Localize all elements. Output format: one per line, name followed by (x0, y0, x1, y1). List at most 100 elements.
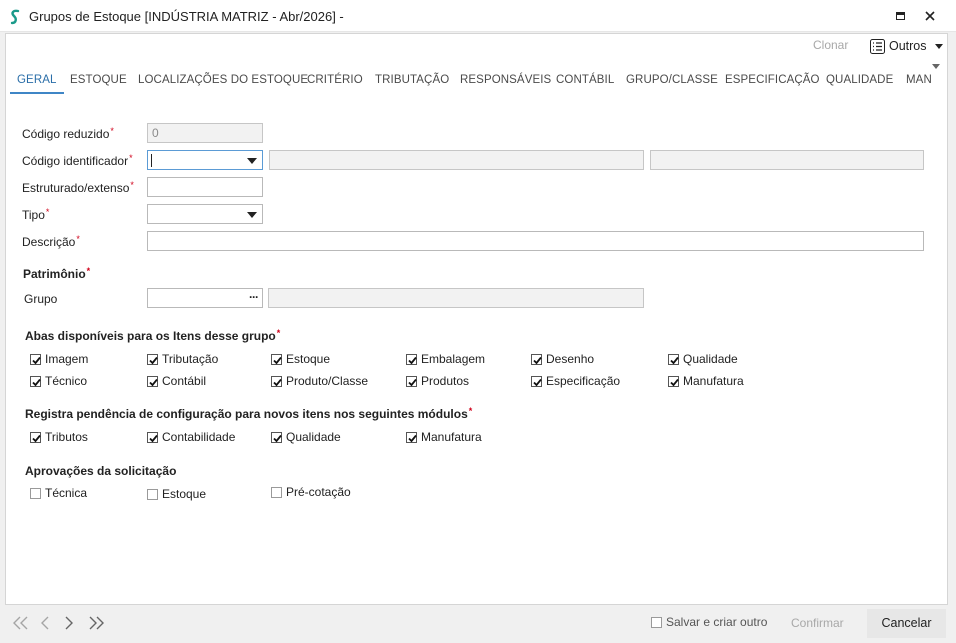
descricao-input[interactable] (147, 231, 924, 251)
checkbox-manufatura[interactable]: Manufatura (406, 430, 482, 444)
descricao-label: Descrição* (22, 234, 80, 249)
checkbox-label: Produtos (421, 374, 470, 388)
checkbox-label: Desenho (546, 352, 595, 366)
maximize-button[interactable] (888, 6, 912, 26)
checkbox-estoque[interactable]: Estoque (271, 352, 330, 366)
checkbox-pre-cotacao[interactable]: Pré-cotação (271, 485, 351, 499)
checkbox-label: Tributação (162, 352, 219, 366)
tab-geral[interactable]: GERAL (10, 70, 64, 94)
close-button[interactable] (918, 6, 942, 26)
salvar-criar-outro-checkbox[interactable]: Salvar e criar outro (651, 615, 767, 629)
checkbox-checked-icon (531, 353, 542, 365)
tab-tributacao[interactable]: TRIBUTAÇÃO (375, 70, 449, 94)
estruturado-input[interactable] (147, 177, 263, 197)
tab-manufatura[interactable]: MAN (906, 70, 932, 94)
grupo-desc-field (268, 288, 644, 308)
checkbox-tecnico[interactable]: Técnico (30, 374, 87, 388)
checkbox-embalagem[interactable]: Embalagem (406, 352, 485, 366)
last-record-icon[interactable] (87, 616, 105, 630)
list-icon (870, 38, 885, 54)
checkbox-checked-icon (147, 431, 158, 443)
checkbox-checked-icon (668, 353, 679, 365)
checkbox-checked-icon (531, 375, 542, 387)
checkbox-label: Qualidade (286, 430, 341, 444)
tab-localizacoes[interactable]: LOCALIZAÇÕES DO ESTOQUE (138, 70, 308, 94)
checkbox-checked-icon (668, 375, 679, 387)
checkbox-label: Estoque (162, 487, 207, 501)
cancelar-button[interactable]: Cancelar (867, 609, 946, 638)
checkbox-contabil[interactable]: Contábil (147, 374, 206, 388)
checkbox-checked-icon (30, 431, 41, 443)
checkbox-tecnica[interactable]: Técnica (30, 486, 87, 500)
tipo-select[interactable] (147, 204, 263, 224)
checkbox-label: Pré-cotação (286, 485, 351, 499)
text-cursor (151, 154, 152, 167)
checkbox-especificacao[interactable]: Especificação (531, 374, 620, 388)
checkbox-icon (147, 488, 158, 500)
codigo-identificador-extra-field (650, 150, 924, 170)
checkbox-label: Embalagem (421, 352, 486, 366)
checkbox-desenho[interactable]: Desenho (531, 352, 594, 366)
checkbox-imagem[interactable]: Imagem (30, 352, 88, 366)
abas-title: Abas disponíveis para os Itens desse gru… (25, 328, 281, 343)
window-title: Grupos de Estoque [INDÚSTRIA MATRIZ - Ab… (29, 9, 344, 24)
next-record-icon[interactable] (64, 616, 74, 630)
tab-especificacao[interactable]: ESPECIFICAÇÃO (725, 70, 820, 94)
checkbox-icon (651, 616, 662, 628)
checkbox-checked-icon (406, 353, 417, 365)
tab-bar: GERAL ESTOQUE LOCALIZAÇÕES DO ESTOQUE CR… (10, 70, 945, 94)
checkbox-checked-icon (406, 375, 417, 387)
tab-contabil[interactable]: CONTÁBIL (556, 70, 614, 94)
tab-criterio[interactable]: CRITÉRIO (307, 70, 363, 94)
form-panel: Clonar Outros GERAL ESTOQUE LOCALIZAÇÕES… (5, 33, 948, 605)
aprovacoes-title: Aprovações da solicitação (25, 464, 177, 478)
checkbox-checked-icon (271, 375, 282, 387)
tab-grupo-classe[interactable]: GRUPO/CLASSE (626, 70, 718, 94)
maximize-icon (896, 12, 905, 20)
tipo-label: Tipo* (22, 207, 50, 222)
tab-responsaveis[interactable]: RESPONSÁVEIS (460, 70, 551, 94)
tab-overflow-icon[interactable] (932, 64, 940, 69)
codigo-identificador-desc-field (269, 150, 644, 170)
outros-menu-button[interactable]: Outros (870, 36, 943, 56)
checkbox-checked-icon (30, 375, 41, 387)
checkbox-icon (271, 486, 282, 498)
checkbox-manufatura[interactable]: Manufatura (668, 374, 744, 388)
previous-record-icon[interactable] (40, 616, 50, 630)
checkbox-qualidade[interactable]: Qualidade (271, 430, 341, 444)
grupo-lookup-input[interactable]: ··· (147, 288, 263, 308)
checkbox-contabilidade[interactable]: Contabilidade (147, 430, 235, 444)
checkbox-produto-classe[interactable]: Produto/Classe (271, 374, 368, 388)
checkbox-qualidade[interactable]: Qualidade (668, 352, 738, 366)
confirmar-button[interactable]: Confirmar (791, 616, 844, 630)
tab-estoque[interactable]: ESTOQUE (70, 70, 127, 94)
checkbox-estoque[interactable]: Estoque (147, 487, 206, 501)
first-record-icon[interactable] (12, 616, 30, 630)
checkbox-label: Contábil (162, 374, 207, 388)
checkbox-tributos[interactable]: Tributos (30, 430, 88, 444)
checkbox-label: Tributos (45, 430, 88, 444)
checkbox-label: Qualidade (683, 352, 738, 366)
clonar-button[interactable]: Clonar (813, 38, 848, 52)
checkbox-icon (30, 487, 41, 499)
lookup-ellipsis-icon[interactable]: ··· (249, 290, 259, 304)
checkbox-label: Técnica (45, 486, 88, 500)
checkbox-label: Técnico (45, 374, 88, 388)
dropdown-arrow-icon (247, 158, 257, 164)
checkbox-checked-icon (271, 353, 282, 365)
checkbox-checked-icon (147, 353, 158, 365)
window-titlebar: Grupos de Estoque [INDÚSTRIA MATRIZ - Ab… (0, 0, 956, 32)
close-icon (925, 11, 935, 21)
checkbox-produtos[interactable]: Produtos (406, 374, 469, 388)
codigo-identificador-select[interactable] (147, 150, 263, 170)
grupo-label: Grupo (24, 292, 58, 306)
tab-qualidade[interactable]: QUALIDADE (826, 70, 893, 94)
codigo-reduzido-label: Código reduzido* (22, 126, 114, 141)
pendencia-title: Registra pendência de configuração para … (25, 406, 473, 421)
codigo-identificador-label: Código identificador* (22, 153, 133, 168)
checkbox-label: Contabilidade (162, 430, 236, 444)
checkbox-tributacao[interactable]: Tributação (147, 352, 218, 366)
dropdown-arrow-icon (247, 212, 257, 218)
checkbox-checked-icon (147, 375, 158, 387)
app-logo-icon (10, 9, 20, 25)
